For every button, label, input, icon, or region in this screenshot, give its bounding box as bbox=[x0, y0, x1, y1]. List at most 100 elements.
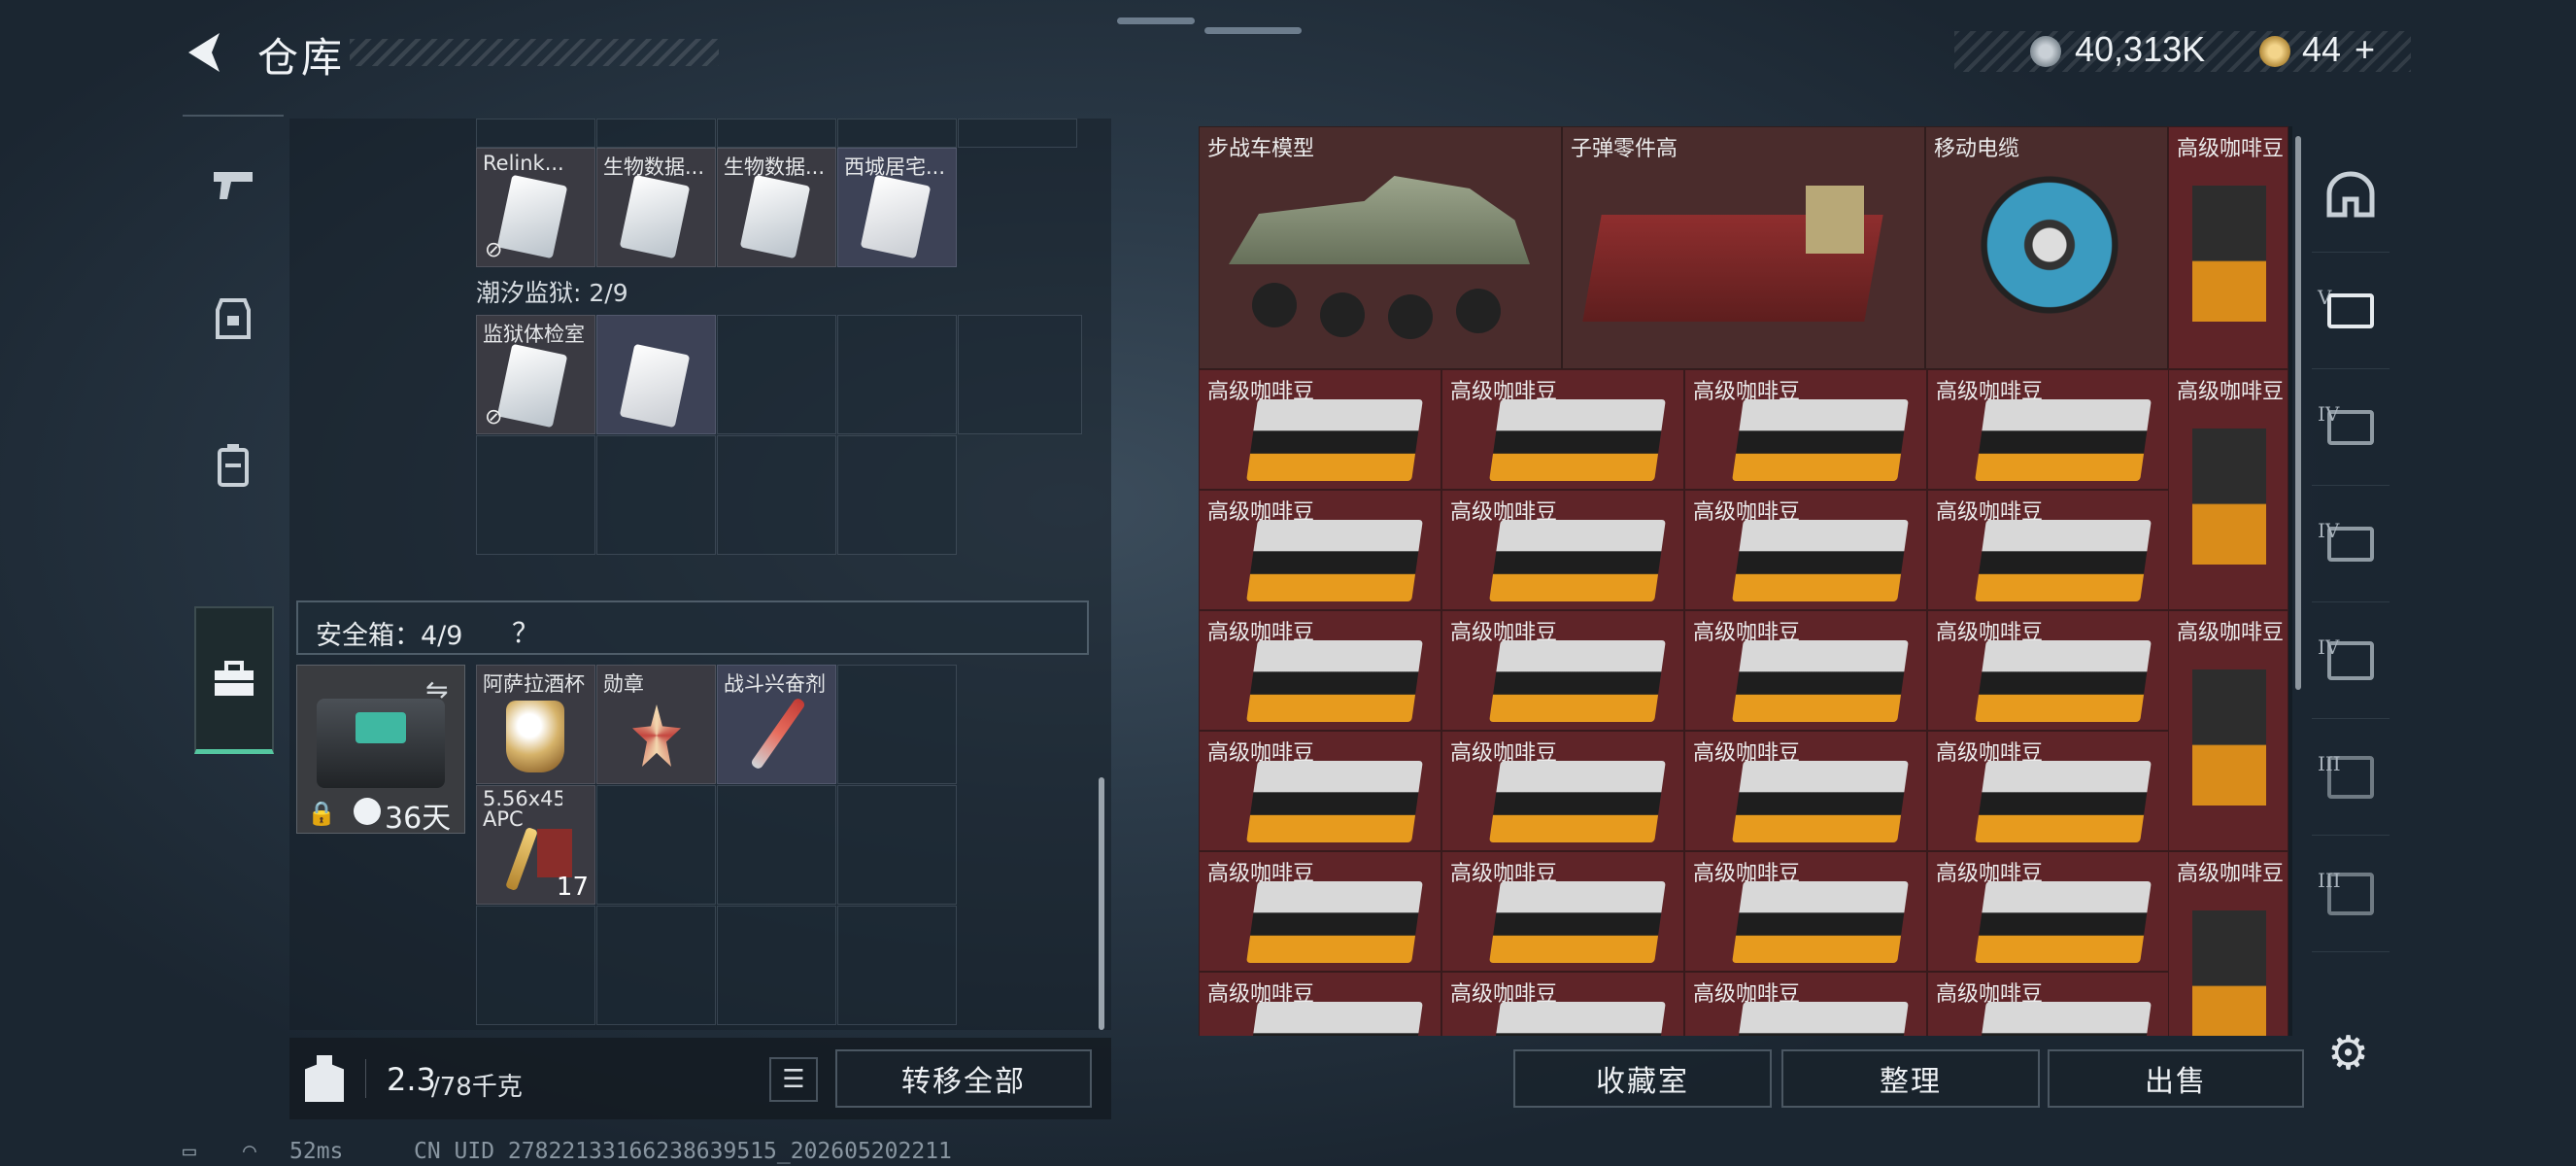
coffee-bean-slot[interactable]: 高级咖啡豆 bbox=[1927, 610, 2170, 731]
item-label: 高级咖啡豆 bbox=[2177, 862, 2285, 886]
coffee-bean-slot[interactable]: 高级咖啡豆 bbox=[1441, 610, 1684, 731]
sidebar-item-tier-iv-c[interactable]: IV bbox=[2312, 602, 2390, 719]
back-arrow-icon[interactable] bbox=[183, 29, 227, 76]
right-storage-panel: 步战车模型 子弹零件高 移动电缆 高级咖啡豆 高级咖啡豆 高级咖啡豆 高级咖啡豆 高级… bbox=[1199, 126, 2292, 1036]
coffee-bean-slot[interactable]: 高级咖啡豆 bbox=[1441, 972, 1684, 1036]
item-slot[interactable]: 子弹零件高 bbox=[1562, 126, 1925, 369]
item-slot[interactable]: 移动电缆 bbox=[1925, 126, 2168, 369]
coffee-bean-slot[interactable]: 高级咖啡豆 bbox=[1684, 369, 1927, 490]
item-slot[interactable]: 生物数据... bbox=[596, 148, 716, 267]
cable-reel-icon bbox=[1977, 172, 2122, 318]
coffee-bean-slot[interactable]: 高级咖啡豆 bbox=[1441, 490, 1684, 610]
coffee-bean-slot[interactable]: 高级咖啡豆 bbox=[1199, 731, 1441, 851]
item-slot[interactable]: 步战车模型 bbox=[1199, 126, 1562, 369]
coffee-bean-slot[interactable]: 高级咖啡豆 bbox=[1199, 972, 1441, 1036]
sidebar-item-tier-iii-b[interactable]: III bbox=[2312, 836, 2390, 952]
grid-cell bbox=[958, 119, 1077, 148]
grid-cell bbox=[837, 665, 957, 784]
coffee-bean-pack-icon bbox=[1975, 399, 2152, 481]
pistol-icon bbox=[214, 172, 253, 199]
list-view-icon[interactable]: ☰ bbox=[769, 1057, 818, 1102]
help-icon[interactable]: ？ bbox=[512, 612, 539, 651]
grid-cell bbox=[837, 315, 957, 434]
settings-gear-icon[interactable]: ⚙ bbox=[2327, 1030, 2369, 1077]
item-slot[interactable]: 勋章 bbox=[596, 665, 716, 784]
box-icon bbox=[1806, 186, 1864, 254]
coffee-bean-slot[interactable]: 高级咖啡豆 bbox=[1199, 610, 1441, 731]
coffee-bag-slot[interactable]: 高级咖啡豆 bbox=[2168, 369, 2288, 610]
item-slot[interactable]: 战斗兴奋剂 bbox=[717, 665, 836, 784]
coffee-bean-pack-icon bbox=[1732, 1002, 1909, 1036]
coffee-bag-icon bbox=[2192, 429, 2266, 565]
coffee-bean-slot[interactable]: 高级咖啡豆 bbox=[1441, 851, 1684, 972]
item-slot[interactable]: 生物数据... bbox=[717, 148, 836, 267]
tab-weapon[interactable] bbox=[183, 115, 284, 251]
item-slot[interactable] bbox=[596, 315, 716, 434]
transfer-all-button[interactable]: 转移全部 bbox=[835, 1049, 1092, 1108]
keycard-icon bbox=[619, 343, 691, 429]
tab-safe-case[interactable] bbox=[194, 606, 274, 754]
coffee-bean-slot[interactable]: 高级咖啡豆 bbox=[1199, 851, 1441, 972]
backpack-icon bbox=[218, 444, 249, 487]
item-slot[interactable]: 监狱体检室（仿制）食... ⊘ bbox=[476, 315, 595, 434]
coffee-bean-slot[interactable]: 高级咖啡豆 bbox=[1684, 610, 1927, 731]
coffee-bean-slot[interactable]: 高级咖啡豆 bbox=[1684, 972, 1927, 1036]
item-label: 5.56x45 APC bbox=[483, 789, 562, 830]
tier-label: IV bbox=[2318, 519, 2340, 542]
coffee-bean-slot[interactable]: 高级咖啡豆 bbox=[1684, 851, 1927, 972]
grid-cell bbox=[837, 119, 957, 148]
sort-button[interactable]: 整理 bbox=[1781, 1049, 2040, 1108]
item-label: 战斗兴奋剂 bbox=[724, 672, 826, 696]
item-slot[interactable]: 西城居宅... bbox=[837, 148, 957, 267]
coffee-bag-slot[interactable]: 高级咖啡豆 bbox=[2168, 851, 2288, 1036]
swap-icon[interactable]: ⇋ bbox=[425, 673, 448, 705]
sell-button[interactable]: 出售 bbox=[2048, 1049, 2304, 1108]
goblet-icon bbox=[506, 701, 564, 772]
tab-armor[interactable] bbox=[183, 251, 284, 387]
coffee-bean-pack-icon bbox=[1246, 1002, 1423, 1036]
sidebar-item-helmet[interactable] bbox=[2312, 136, 2390, 253]
silver-coin-icon bbox=[2030, 36, 2061, 67]
medal-icon bbox=[632, 704, 681, 767]
sidebar-item-tier-iv-a[interactable]: IV bbox=[2312, 369, 2390, 486]
coffee-bean-slot[interactable]: 高级咖啡豆 bbox=[1441, 369, 1684, 490]
right-scrollbar[interactable] bbox=[2295, 136, 2301, 690]
sidebar-item-tier-iv-b[interactable]: IV bbox=[2312, 486, 2390, 602]
coffee-bean-slot[interactable]: 高级咖啡豆 bbox=[1441, 731, 1684, 851]
coffee-bean-slot[interactable]: 高级咖啡豆 bbox=[1199, 490, 1441, 610]
locked-marker-icon: ⊘ bbox=[485, 405, 503, 429]
coffee-bean-pack-icon bbox=[1975, 1002, 2152, 1036]
coffee-bean-slot[interactable]: 高级咖啡豆 bbox=[1927, 851, 2170, 972]
item-slot[interactable]: 阿萨拉酒杯 bbox=[476, 665, 595, 784]
coffee-bean-slot[interactable]: 高级咖啡豆 bbox=[1684, 731, 1927, 851]
add-currency-button[interactable]: + bbox=[2355, 29, 2375, 70]
sidebar-item-tier-v[interactable]: V bbox=[2312, 253, 2390, 369]
tab-backpack[interactable] bbox=[183, 396, 284, 532]
item-slot[interactable]: 5.56x45 APC 17 bbox=[476, 785, 595, 905]
coffee-bean-slot[interactable]: 高级咖啡豆 bbox=[1927, 490, 2170, 610]
safe-case-slot[interactable]: ⇋ 🔒 36天 bbox=[296, 665, 465, 836]
left-scrollbar[interactable] bbox=[1099, 777, 1104, 1030]
item-label: 移动电缆 bbox=[1934, 137, 2020, 161]
safe-case-image bbox=[317, 699, 445, 788]
coffee-bean-slot[interactable]: 高级咖啡豆 bbox=[1927, 731, 2170, 851]
grid-cell bbox=[596, 119, 716, 148]
coffee-bean-slot[interactable]: 高级咖啡豆 bbox=[1199, 369, 1441, 490]
coffee-bean-pack-icon bbox=[1246, 520, 1423, 601]
coffee-bean-slot[interactable]: 高级咖啡豆 bbox=[1927, 369, 2170, 490]
coffee-bag-slot[interactable]: 高级咖啡豆 bbox=[2168, 610, 2288, 851]
tier-label: III bbox=[2318, 752, 2341, 775]
collection-room-button[interactable]: 收藏室 bbox=[1513, 1049, 1772, 1108]
uid-text: CN UID 27822133166238639515_202605202211 bbox=[414, 1139, 952, 1164]
coffee-bean-slot[interactable]: 高级咖啡豆 bbox=[1684, 490, 1927, 610]
item-slot[interactable]: 高级咖啡豆 bbox=[2168, 126, 2288, 369]
coffee-bean-slot[interactable]: 高级咖啡豆 bbox=[1927, 972, 2170, 1036]
coffee-bean-pack-icon bbox=[1975, 640, 2152, 722]
coffee-bean-pack-icon bbox=[1975, 881, 2152, 963]
page-title: 仓库 bbox=[257, 34, 346, 82]
title-decoration bbox=[350, 39, 719, 66]
item-slot[interactable]: Relink... ⊘ bbox=[476, 148, 595, 267]
sidebar-item-tier-iii-a[interactable]: III bbox=[2312, 719, 2390, 836]
coffee-bean-pack-icon bbox=[1732, 399, 1909, 481]
ammo-icon bbox=[505, 826, 538, 892]
